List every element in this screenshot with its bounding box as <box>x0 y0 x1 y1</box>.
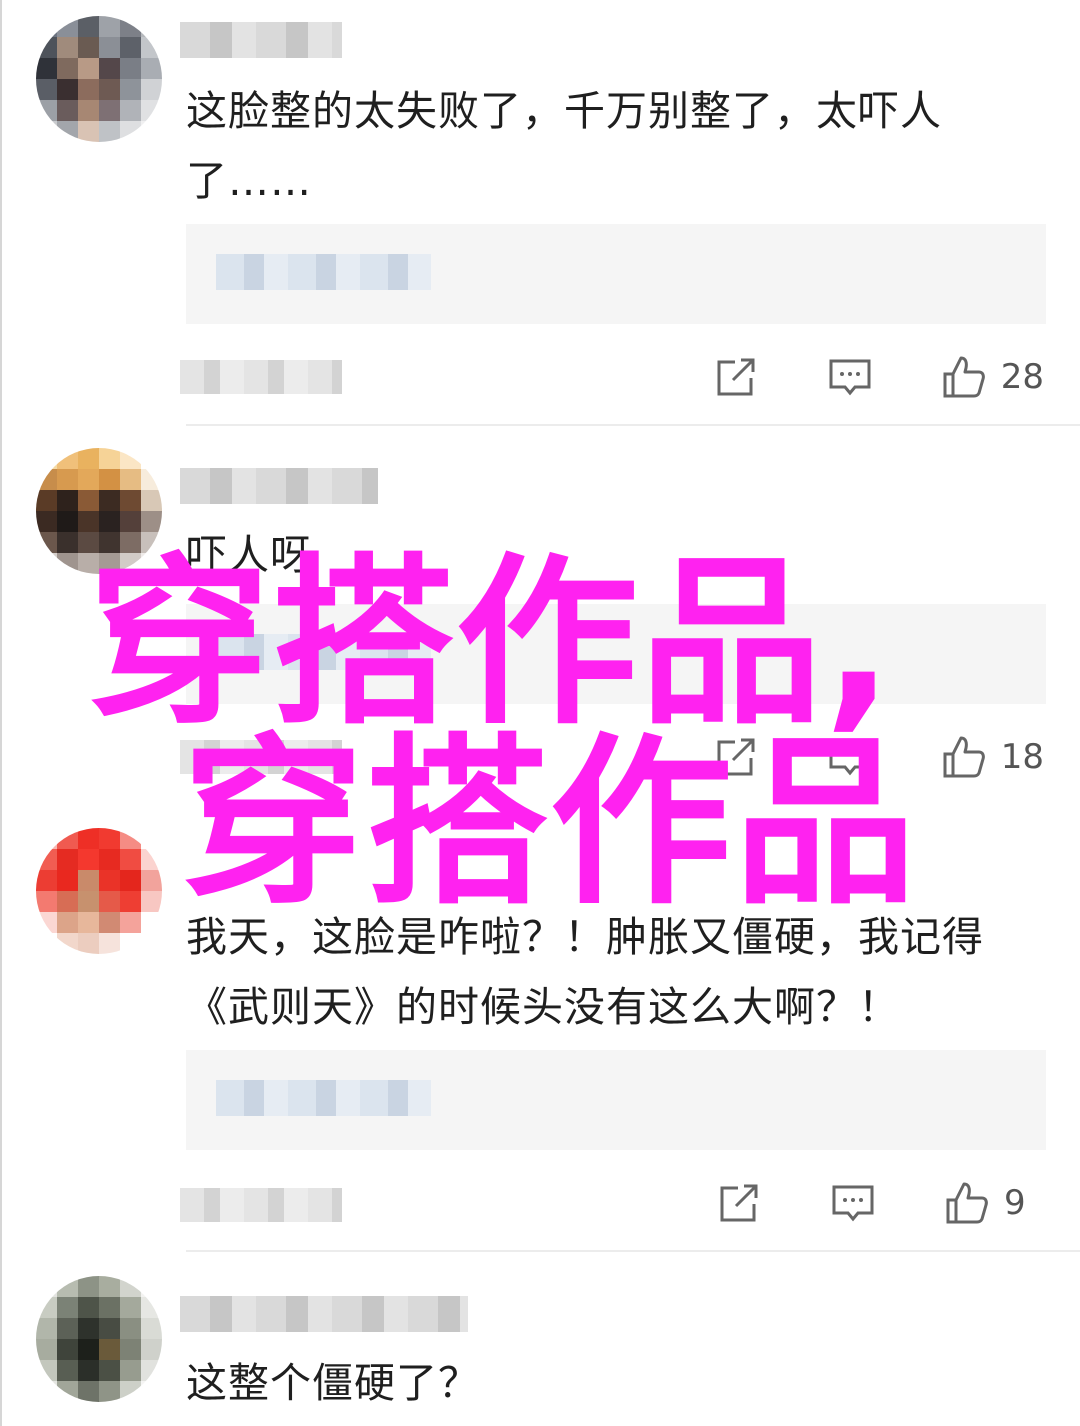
avatar[interactable] <box>36 1276 162 1402</box>
timestamp-blurred <box>180 1188 342 1222</box>
reply-preview-blurred <box>216 254 431 290</box>
reply-preview-blurred <box>216 1080 431 1116</box>
divider <box>186 1250 1080 1252</box>
comment-icon[interactable] <box>827 354 873 400</box>
comment-actions: 28 <box>645 352 1044 402</box>
thumbs-up-icon[interactable] <box>941 734 987 780</box>
overlay-text-line-1: 穿搭作品, <box>88 537 896 749</box>
thumbs-up-icon[interactable] <box>944 1180 990 1226</box>
share-icon[interactable] <box>716 1180 762 1226</box>
like-count: 28 <box>1000 357 1044 397</box>
avatar[interactable] <box>36 16 162 142</box>
thumbs-up-icon[interactable] <box>941 354 987 400</box>
username-blurred[interactable] <box>180 1296 468 1332</box>
comment-text: 这整个僵硬了？ <box>186 1359 480 1407</box>
username-blurred[interactable] <box>180 22 342 58</box>
comment-actions: 9 <box>648 1178 1044 1228</box>
timestamp-blurred <box>180 360 342 394</box>
reply-preview[interactable] <box>186 1050 1046 1150</box>
comment-text: 这脸整的太失败了，千万别整了，太吓人了…… <box>186 87 942 205</box>
like-count: 18 <box>1000 737 1044 777</box>
divider <box>186 424 1080 426</box>
page-edge <box>0 0 2 1426</box>
like-count: 9 <box>1004 1183 1026 1223</box>
username-blurred[interactable] <box>180 468 378 504</box>
overlay-text-line-2: 穿搭作品 <box>182 717 918 929</box>
share-icon[interactable] <box>713 354 759 400</box>
comment-icon[interactable] <box>830 1180 876 1226</box>
avatar[interactable] <box>36 828 162 954</box>
reply-preview[interactable] <box>186 224 1046 324</box>
